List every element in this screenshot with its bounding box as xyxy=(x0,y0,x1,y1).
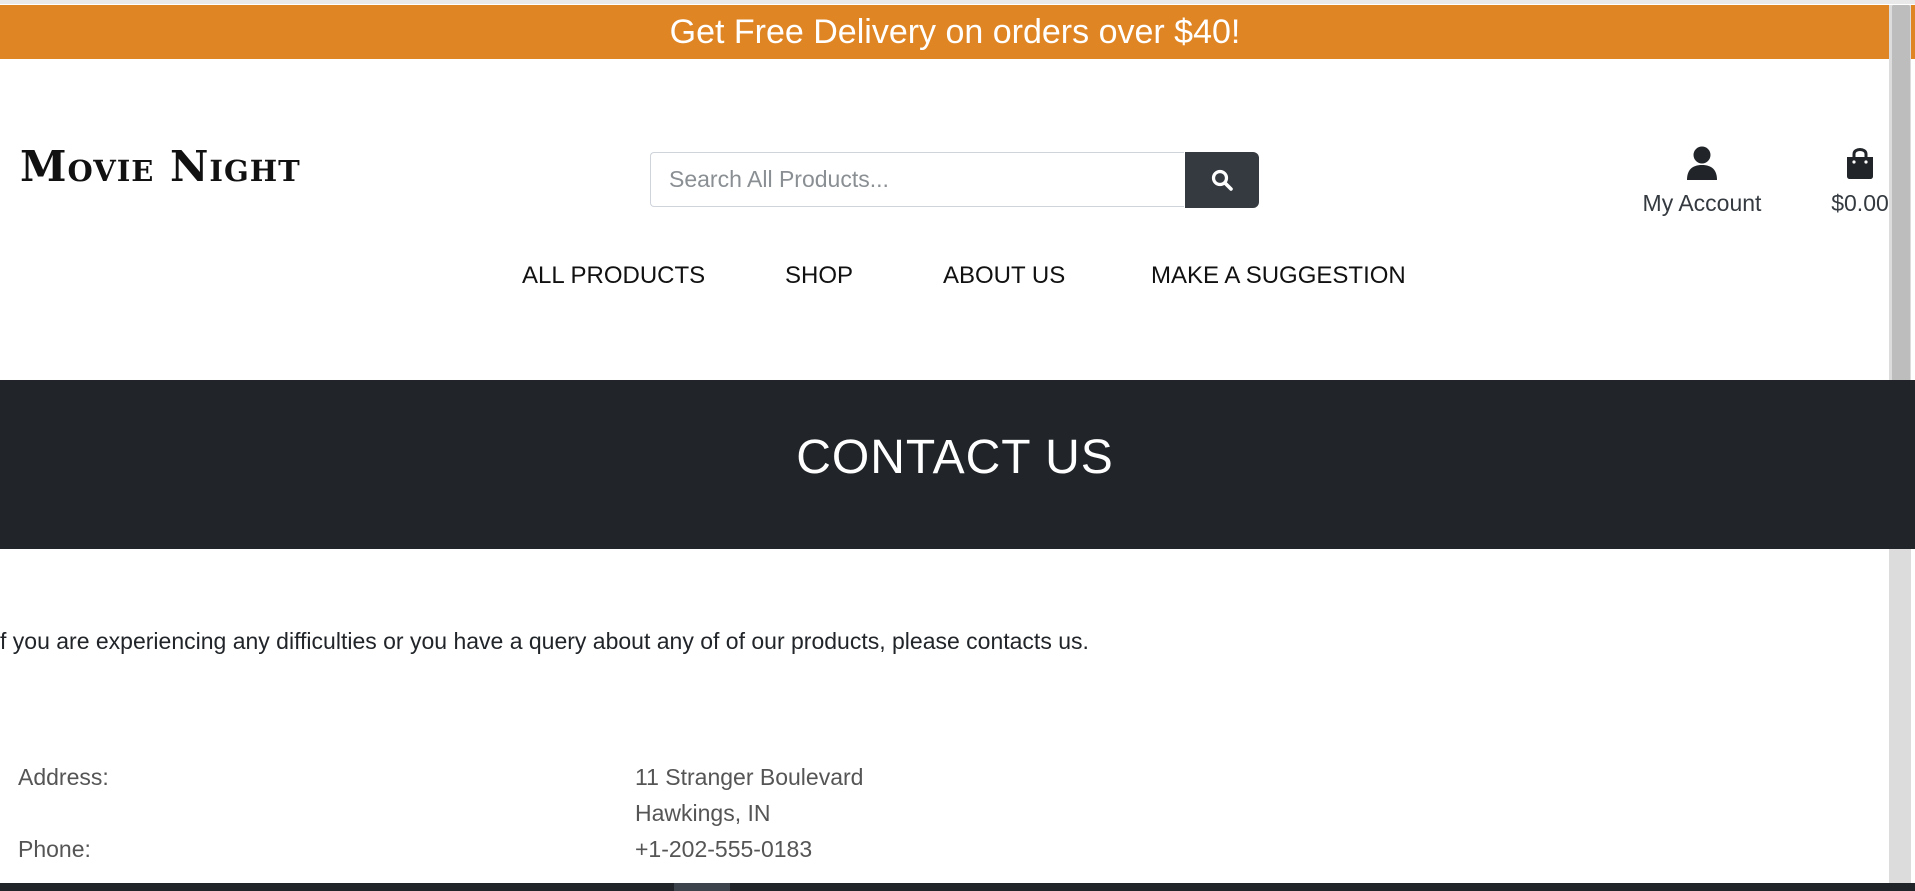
my-account-link[interactable]: My Account xyxy=(1636,140,1768,217)
contact-intro: f you are experiencing any difficulties … xyxy=(0,628,1089,654)
shopping-bag-link[interactable]: $0.00 xyxy=(1825,140,1895,217)
search-icon xyxy=(1211,169,1233,191)
address-label: Address: xyxy=(18,764,109,790)
nav-item-about-us[interactable]: ABOUT US xyxy=(943,262,1065,290)
banner-text: Get Free Delivery on orders over $40! xyxy=(669,13,1241,51)
phone-label: Phone: xyxy=(18,836,91,862)
nav-item-all-products[interactable]: ALL PRODUCTS xyxy=(522,262,705,290)
footer-marker xyxy=(674,883,730,891)
phone-value: +1-202-555-0183 xyxy=(635,836,813,862)
nav-item-make-a-suggestion[interactable]: MAKE A SUGGESTION xyxy=(1151,262,1406,290)
top-strip xyxy=(0,0,1915,4)
bag-total: $0.00 xyxy=(1831,190,1889,216)
search-button[interactable] xyxy=(1185,152,1259,208)
address-line-1: 11 Stranger Boulevard xyxy=(635,764,864,790)
page-title: CONTACT US xyxy=(796,431,1114,484)
my-account-label: My Account xyxy=(1642,190,1762,216)
site-logo[interactable]: Movie Night xyxy=(20,142,301,191)
shopping-bag-icon xyxy=(1847,148,1873,179)
page-hero: CONTACT US xyxy=(0,380,1915,549)
user-icon xyxy=(1687,146,1717,180)
nav-item-shop[interactable]: SHOP xyxy=(785,262,853,290)
address-line-2: Hawkings, IN xyxy=(635,800,771,826)
main-nav: ALL PRODUCTS SHOP ABOUT US MAKE A SUGGES… xyxy=(0,262,1915,292)
footer-bar xyxy=(0,883,1915,891)
delivery-banner: Get Free Delivery on orders over $40! xyxy=(0,5,1915,59)
search-input[interactable] xyxy=(650,152,1184,207)
